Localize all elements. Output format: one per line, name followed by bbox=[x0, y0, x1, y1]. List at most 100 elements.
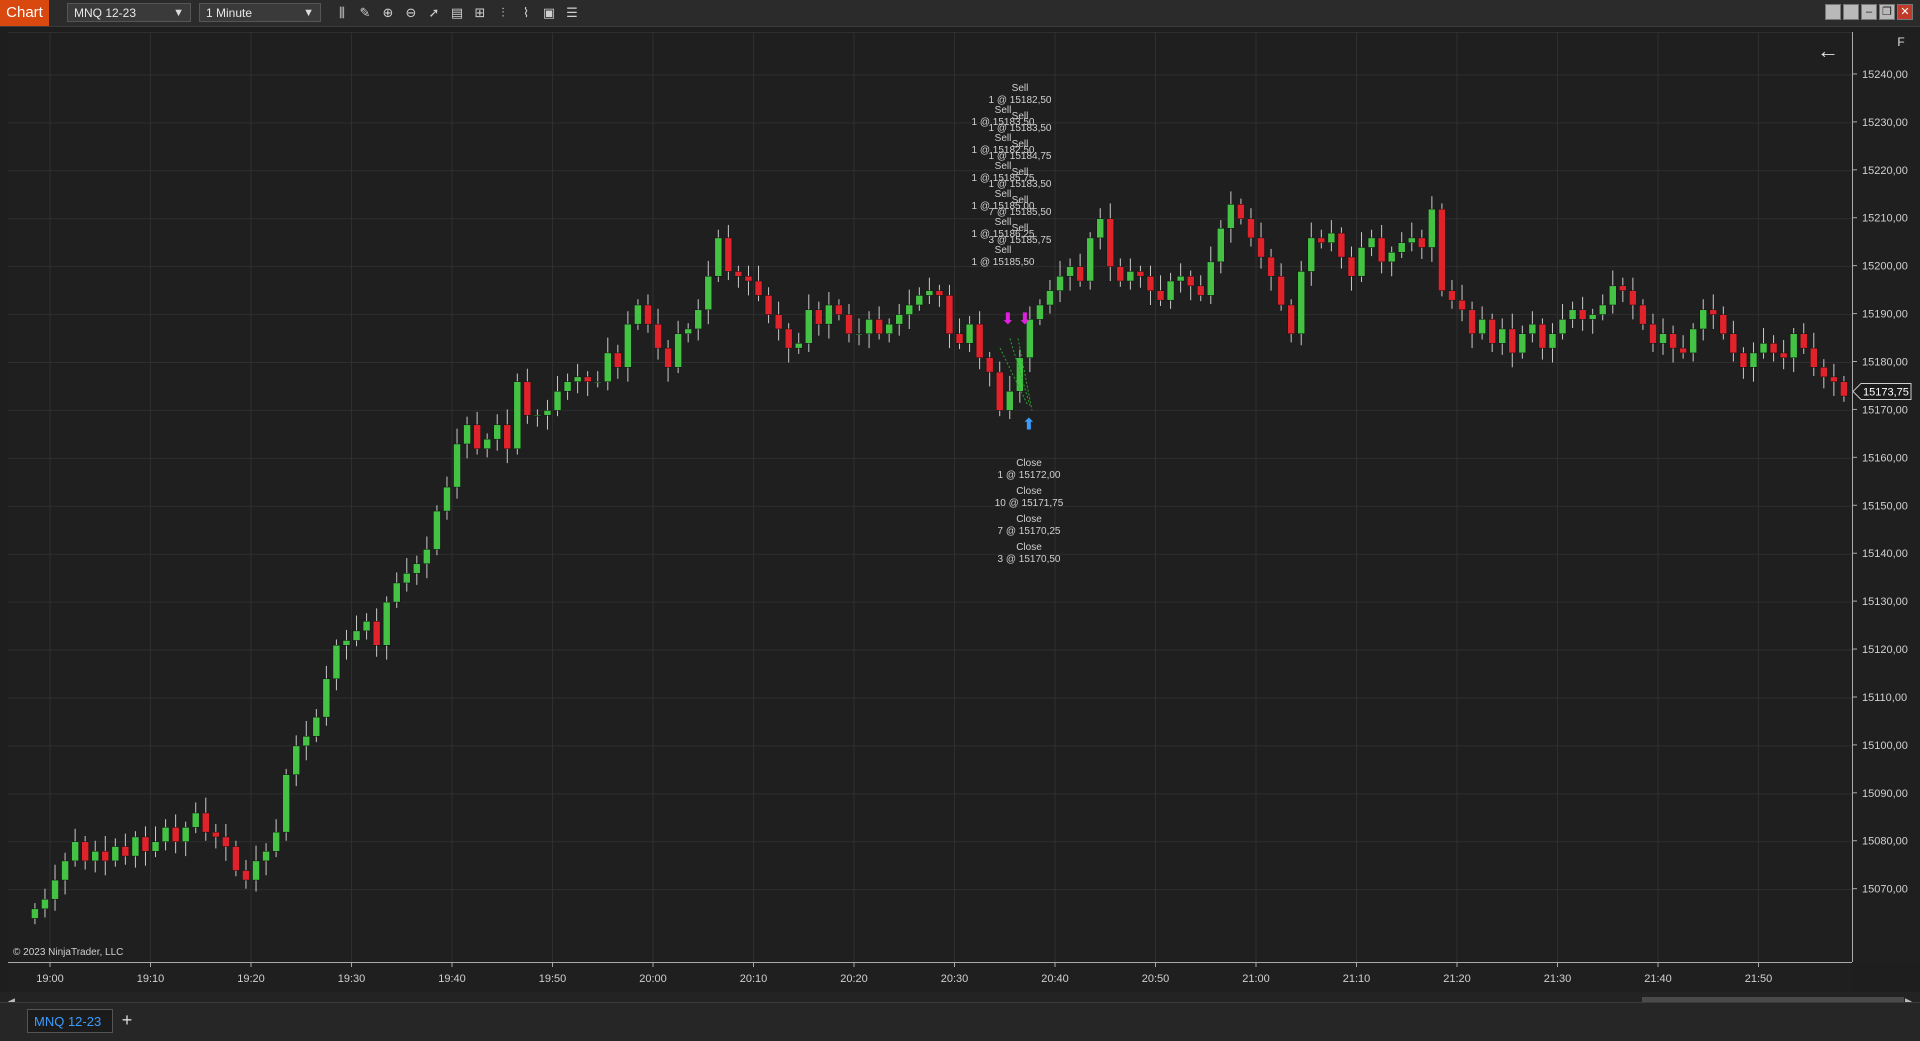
sell-execution-side: Sell bbox=[1012, 167, 1029, 178]
zoom-out-icon[interactable]: ⊖ bbox=[401, 3, 421, 23]
maximize-icon[interactable]: ❐ bbox=[1879, 4, 1895, 20]
sell-execution-side: Sell bbox=[1012, 111, 1029, 122]
add-tab-button[interactable]: + bbox=[117, 1009, 137, 1033]
candle-body bbox=[322, 678, 331, 718]
sell-arrow-icon[interactable]: ⬇ bbox=[1001, 311, 1014, 328]
candle-body bbox=[1478, 319, 1486, 334]
candle bbox=[553, 375, 562, 417]
sell-execution-side: Sell bbox=[995, 217, 1012, 228]
candle bbox=[342, 629, 351, 660]
candle-body bbox=[1649, 323, 1657, 344]
candle-body bbox=[734, 271, 743, 277]
candle bbox=[111, 838, 120, 867]
chart-badge[interactable]: Chart bbox=[0, 0, 49, 26]
strategies-icon[interactable]: ⌇ bbox=[516, 3, 536, 23]
restore-icon[interactable] bbox=[1825, 4, 1841, 20]
candle-body bbox=[975, 323, 984, 358]
properties-icon[interactable]: ▣ bbox=[539, 3, 559, 23]
candle-body bbox=[845, 314, 853, 334]
candle bbox=[1257, 222, 1265, 269]
candle bbox=[1046, 280, 1054, 314]
candle-body bbox=[1428, 208, 1436, 248]
candle-body bbox=[1377, 237, 1386, 263]
candle-body bbox=[1347, 256, 1356, 277]
candle bbox=[714, 229, 723, 282]
candle-body bbox=[905, 304, 914, 315]
horizontal-scrollbar[interactable]: ◀ ▶ bbox=[0, 992, 1920, 1006]
candle-body bbox=[292, 745, 300, 775]
y-tick-label: 15140,00 bbox=[1862, 548, 1908, 560]
list-icon[interactable]: ☰ bbox=[562, 3, 582, 23]
candle bbox=[1769, 335, 1778, 362]
candle bbox=[1096, 208, 1104, 250]
price-chart[interactable]: ⬇ ⬇ ⬆ Sell 1 @ 15182,50 Sell 1 @ 15183,50 Sell 1… bbox=[8, 32, 1852, 963]
candle-body bbox=[1367, 237, 1376, 248]
candle bbox=[352, 615, 361, 647]
candle-body bbox=[1578, 309, 1587, 320]
time-axis[interactable]: 19:00 19:10 19:20 19:30 19:40 19:50 20:00 20:10… bbox=[8, 962, 1852, 991]
tile-icon[interactable] bbox=[1843, 4, 1859, 20]
candle bbox=[503, 409, 512, 464]
sell-arrow-icon[interactable]: ⬇ bbox=[1018, 311, 1031, 328]
candle-body bbox=[463, 424, 471, 445]
templates-icon[interactable]: ⊞ bbox=[470, 3, 490, 23]
pointer-icon[interactable]: ➚ bbox=[424, 3, 444, 23]
candle-body bbox=[1146, 275, 1155, 291]
candle-body bbox=[704, 275, 713, 311]
candle-body bbox=[1006, 391, 1014, 411]
bar-chart-icon[interactable]: ⫼ bbox=[332, 3, 352, 23]
candle bbox=[181, 821, 190, 857]
indicators-icon[interactable]: ⫶ bbox=[493, 3, 513, 23]
candle bbox=[1759, 327, 1768, 359]
y-tick-label: 15220,00 bbox=[1862, 165, 1908, 177]
candle bbox=[1488, 313, 1496, 352]
candle-body bbox=[764, 295, 773, 315]
candle-body bbox=[71, 841, 79, 862]
candle-body bbox=[1538, 323, 1547, 349]
candle bbox=[1588, 308, 1597, 334]
candle bbox=[413, 555, 421, 585]
candle bbox=[614, 344, 622, 379]
candle-body bbox=[1046, 290, 1054, 306]
candle bbox=[1669, 325, 1677, 363]
price-axis[interactable]: 15240,00 15230,00 15220,00 15210,00 15200,00… bbox=[1852, 32, 1920, 962]
instrument-select[interactable]: MNQ 12-23 ▼ bbox=[67, 3, 191, 22]
candle-body bbox=[191, 812, 200, 828]
candle bbox=[1076, 253, 1084, 287]
y-tick-label: 15240,00 bbox=[1862, 69, 1908, 81]
candle-body bbox=[995, 371, 1004, 411]
close-arrow-icon[interactable]: ⬆ bbox=[1022, 417, 1035, 434]
candle-body bbox=[121, 846, 130, 857]
zoom-in-icon[interactable]: ⊕ bbox=[378, 3, 398, 23]
back-arrow-icon[interactable]: ← bbox=[1817, 38, 1839, 63]
candle bbox=[644, 294, 652, 333]
candle bbox=[885, 318, 893, 343]
candle bbox=[1448, 280, 1456, 309]
candle bbox=[664, 339, 672, 382]
candle bbox=[935, 284, 944, 307]
data-box-icon[interactable]: ▤ bbox=[447, 3, 467, 23]
candle bbox=[975, 311, 984, 370]
candle bbox=[161, 819, 170, 851]
candle bbox=[1719, 306, 1728, 340]
tab-mnq-12-23[interactable]: MNQ 12-23 bbox=[27, 1009, 113, 1033]
candle-body bbox=[453, 443, 461, 488]
interval-select[interactable]: 1 Minute ▼ bbox=[199, 3, 321, 22]
y-tick-label: 15110,00 bbox=[1862, 692, 1907, 704]
axis-flag[interactable]: F bbox=[1897, 35, 1904, 49]
candle bbox=[51, 864, 59, 911]
current-price-label: 15173,75 bbox=[1863, 386, 1909, 398]
candle bbox=[81, 835, 89, 870]
candle-body bbox=[1438, 208, 1446, 291]
candle bbox=[1729, 320, 1738, 362]
minimize-icon[interactable]: ‒ bbox=[1861, 4, 1877, 20]
y-tick-label: 15120,00 bbox=[1862, 644, 1908, 656]
candle-body bbox=[1267, 256, 1275, 277]
close-icon[interactable]: ✕ bbox=[1897, 4, 1913, 20]
candle bbox=[684, 323, 692, 343]
time-axis-labels: 19:00 19:10 19:20 19:30 19:40 19:50 20:00 20:10… bbox=[36, 963, 1772, 985]
candlestick-chart[interactable]: ⬇ ⬇⬆Sell1 @ 15182,50Sell1 @ 15183,50Sell1… bbox=[8, 33, 1852, 963]
pencil-icon[interactable]: ✎ bbox=[355, 3, 375, 23]
candle-body bbox=[1468, 309, 1476, 334]
candle-body bbox=[965, 323, 974, 344]
